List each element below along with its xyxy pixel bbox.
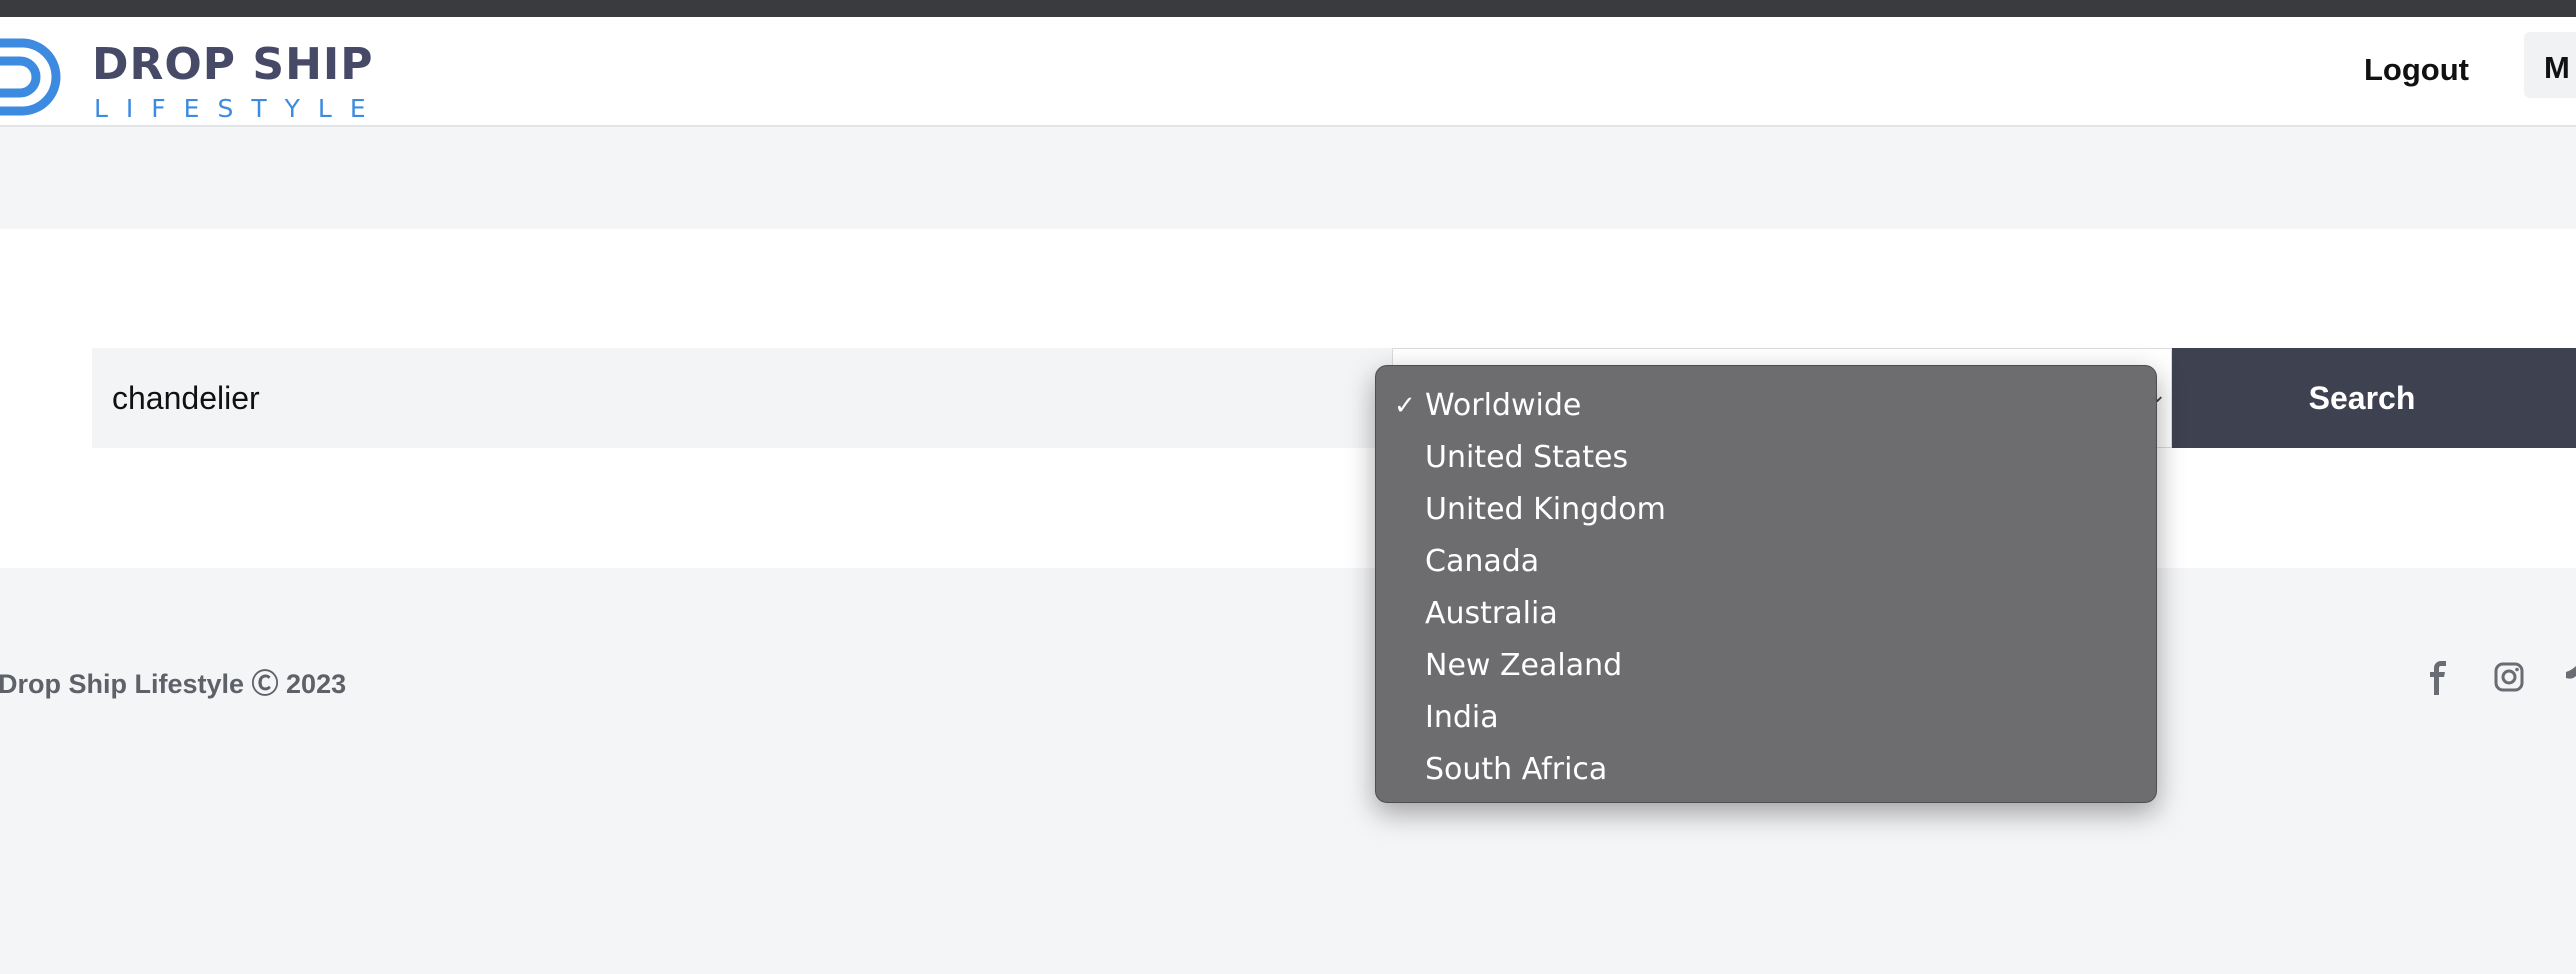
search-input[interactable] [92, 348, 1392, 448]
twitter-icon[interactable] [2566, 660, 2576, 696]
facebook-icon[interactable] [2424, 660, 2452, 696]
dropdown-option-australia[interactable]: Australia [1376, 588, 2156, 640]
dropdown-option-label: United States [1425, 440, 1629, 475]
dropdown-option-worldwide[interactable]: ✓ Worldwide [1376, 380, 2156, 432]
browser-top-strip [0, 0, 2576, 17]
dropdown-option-label: United Kingdom [1425, 492, 1666, 527]
dropdown-option-label: South Africa [1425, 752, 1608, 787]
site-footer [0, 568, 2576, 974]
dropdown-option-united-states[interactable]: United States [1376, 432, 2156, 484]
checkmark-icon: ✓ [1394, 391, 1416, 421]
logo-text-top: DROP SHIP [92, 39, 374, 90]
dropdown-option-label: Canada [1425, 544, 1540, 579]
menu-button[interactable]: M [2524, 32, 2576, 98]
logo-text-bottom: LIFESTYLE [94, 94, 384, 123]
brand-logo[interactable]: DROP SHIP LIFESTYLE [0, 37, 380, 123]
dropdown-option-label: Worldwide [1425, 388, 1582, 423]
dropdown-option-south-africa[interactable]: South Africa [1376, 744, 2156, 796]
dropdown-option-united-kingdom[interactable]: United Kingdom [1376, 484, 2156, 536]
logout-link[interactable]: Logout [2364, 52, 2469, 88]
dropdown-option-new-zealand[interactable]: New Zealand [1376, 640, 2156, 692]
region-dropdown-menu: ✓ Worldwide United States United Kingdom… [1375, 365, 2157, 803]
dropdown-option-label: India [1425, 700, 1499, 735]
instagram-icon[interactable] [2492, 660, 2528, 696]
site-header: DROP SHIP LIFESTYLE Logout M [0, 17, 2576, 127]
header-spacer-band [0, 127, 2576, 229]
dropdown-option-canada[interactable]: Canada [1376, 536, 2156, 588]
search-button[interactable]: Search [2172, 348, 2576, 448]
footer-copyright: Drop Ship Lifestyle Ⓒ 2023 [0, 669, 347, 699]
dropdown-option-label: New Zealand [1425, 648, 1623, 683]
logo-mark-icon [0, 38, 61, 116]
dropdown-option-label: Australia [1425, 596, 1558, 631]
dropdown-option-india[interactable]: India [1376, 692, 2156, 744]
